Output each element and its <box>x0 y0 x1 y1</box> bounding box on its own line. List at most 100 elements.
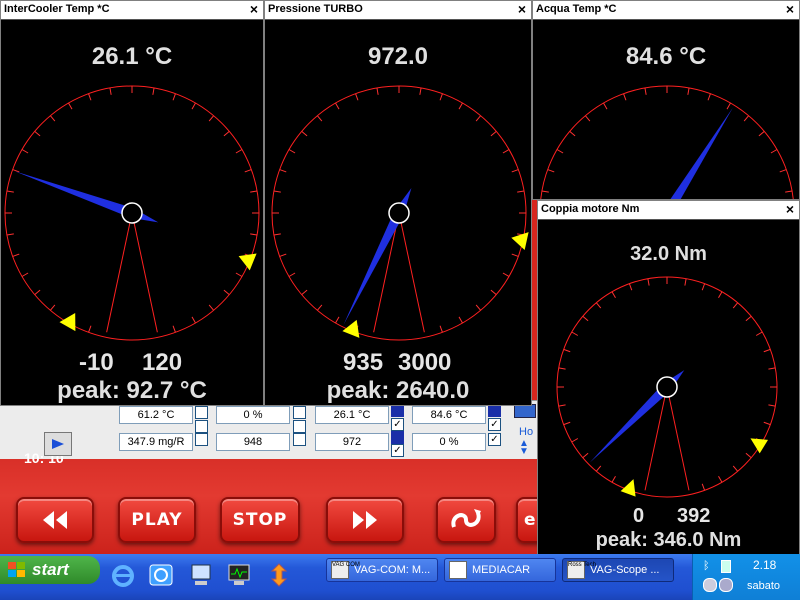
dial-tick <box>582 452 589 459</box>
play-icon <box>52 439 64 449</box>
dial-tick <box>684 278 687 286</box>
checkbox-checked[interactable]: ✓ <box>391 418 404 431</box>
gauge-window-intercooler[interactable]: InterCooler Temp *C × 26.1 °C -10 120 pe… <box>0 0 264 406</box>
taskbar-button-vagscope[interactable]: Ross Tech VAG-Scope ... <box>562 558 674 582</box>
app-shortcut-icon[interactable] <box>148 562 174 588</box>
dial-tick <box>208 115 215 122</box>
dial-tick <box>34 289 41 296</box>
data-cell: 61.2 °C <box>119 406 193 424</box>
gauge-hub <box>656 376 678 398</box>
checkbox[interactable] <box>293 433 306 446</box>
system-tray: ᛒ 2.18 sabato <box>692 554 800 600</box>
monitor-icon[interactable] <box>226 562 252 588</box>
dial-tick <box>595 302 602 309</box>
checkbox[interactable] <box>195 433 208 446</box>
dial-tick <box>152 87 155 95</box>
document-icon <box>449 561 467 579</box>
battery-icon[interactable] <box>721 560 731 573</box>
play-small-button[interactable] <box>44 432 72 456</box>
dial-tick <box>701 283 706 291</box>
taskbar-button-vagcom[interactable]: VAG COM VAG-COM: M... <box>326 558 438 582</box>
dial-tick <box>743 115 750 122</box>
dial-tick <box>502 149 510 154</box>
gauge-dial <box>271 85 529 341</box>
dial-tick <box>490 289 497 296</box>
data-cell: 0 % <box>412 433 486 451</box>
loop-button[interactable] <box>436 497 496 543</box>
play-button[interactable]: PLAY <box>118 497 196 543</box>
dial-tick <box>611 291 616 299</box>
dial-tick <box>21 149 29 154</box>
internet-explorer-icon[interactable] <box>110 562 136 588</box>
rewind-button[interactable] <box>16 497 94 543</box>
vagcom-icon: VAG COM <box>331 561 360 579</box>
dial-tick <box>250 233 258 236</box>
stop-button[interactable]: STOP <box>220 497 300 543</box>
dial-tick <box>490 130 497 137</box>
range-min: 0 <box>633 505 645 527</box>
checkbox-checked[interactable] <box>391 431 404 444</box>
dial-tick <box>571 438 579 443</box>
dial-tick <box>763 348 771 353</box>
volume-icon[interactable] <box>719 578 733 592</box>
dial-tick <box>88 325 92 333</box>
taskbar-button-label: VAG-COM: M... <box>354 564 431 576</box>
dial-tick <box>563 348 571 353</box>
peak-value: peak: 346.0 Nm <box>595 529 742 551</box>
checkbox[interactable] <box>293 406 306 419</box>
checkbox[interactable] <box>293 420 306 433</box>
dial-range-line <box>666 386 690 491</box>
peak-value: peak: 2640.0 <box>326 377 470 404</box>
forward-button[interactable] <box>326 497 404 543</box>
network-icon[interactable] <box>703 578 717 592</box>
checkbox-checked[interactable]: ✓ <box>391 444 404 457</box>
dial-tick <box>718 475 723 483</box>
dial-tick <box>6 190 14 193</box>
arrows-icon[interactable] <box>266 562 292 588</box>
taskbar-button-mediacar[interactable]: MEDIACAR <box>444 558 556 582</box>
dial-tick <box>603 102 608 110</box>
dial-tick <box>475 115 482 122</box>
checkbox-checked[interactable]: ✓ <box>488 433 501 446</box>
dial-tick <box>12 169 20 173</box>
checkbox-checked[interactable]: ✓ <box>488 418 501 431</box>
dial-tick <box>355 93 359 101</box>
network-computer-icon[interactable] <box>188 562 214 588</box>
dial-tick <box>34 130 41 137</box>
data-cell: 84.6 °C <box>412 406 486 424</box>
dial-tick <box>582 315 589 322</box>
ross-tech-icon: Ross Tech <box>567 561 596 579</box>
spinner-icon[interactable]: ▲ ▼ <box>519 439 529 457</box>
taskbar-button-label: MEDIACAR <box>472 564 531 576</box>
dial-tick <box>250 190 258 193</box>
arrow-left-icon[interactable] <box>514 404 536 418</box>
dial-tick <box>172 93 176 101</box>
gauge-window-water[interactable]: Acqua Temp *C × 84.6 °C <box>532 0 800 200</box>
dial-range-line <box>106 212 133 333</box>
dial-tick <box>511 169 519 173</box>
range-max: 120 <box>142 349 183 376</box>
dial-tick <box>301 130 308 137</box>
dial-tick <box>623 93 627 101</box>
dial-tick <box>235 149 243 154</box>
dial-tick <box>768 404 776 407</box>
dial-tick <box>732 302 739 309</box>
dial-circle <box>540 85 794 199</box>
dial-tick <box>755 331 763 336</box>
dial-tick <box>584 115 591 122</box>
gauge-window-turbo[interactable]: Pressione TURBO × 972.0 935 3000 peak: 2… <box>264 0 532 406</box>
clock-time[interactable]: 2.18 <box>753 558 776 572</box>
gauge-window-torque[interactable]: Coppia motore Nm × 32.0 Nm 0 392 peak: 3… <box>537 200 800 556</box>
checkbox[interactable] <box>195 406 208 419</box>
checkbox[interactable] <box>195 420 208 433</box>
dial-tick <box>223 289 230 296</box>
dial-tick <box>279 169 287 173</box>
gauge-hub <box>121 202 143 224</box>
data-cell: 972 <box>315 433 389 451</box>
taskbar-button-label: VAG-Scope ... <box>590 564 660 576</box>
range-min: 935 <box>343 349 384 376</box>
start-button[interactable]: start <box>0 556 100 584</box>
dial-tick <box>244 169 252 173</box>
bluetooth-icon[interactable]: ᛒ <box>703 560 710 572</box>
dial-tick <box>763 421 771 426</box>
